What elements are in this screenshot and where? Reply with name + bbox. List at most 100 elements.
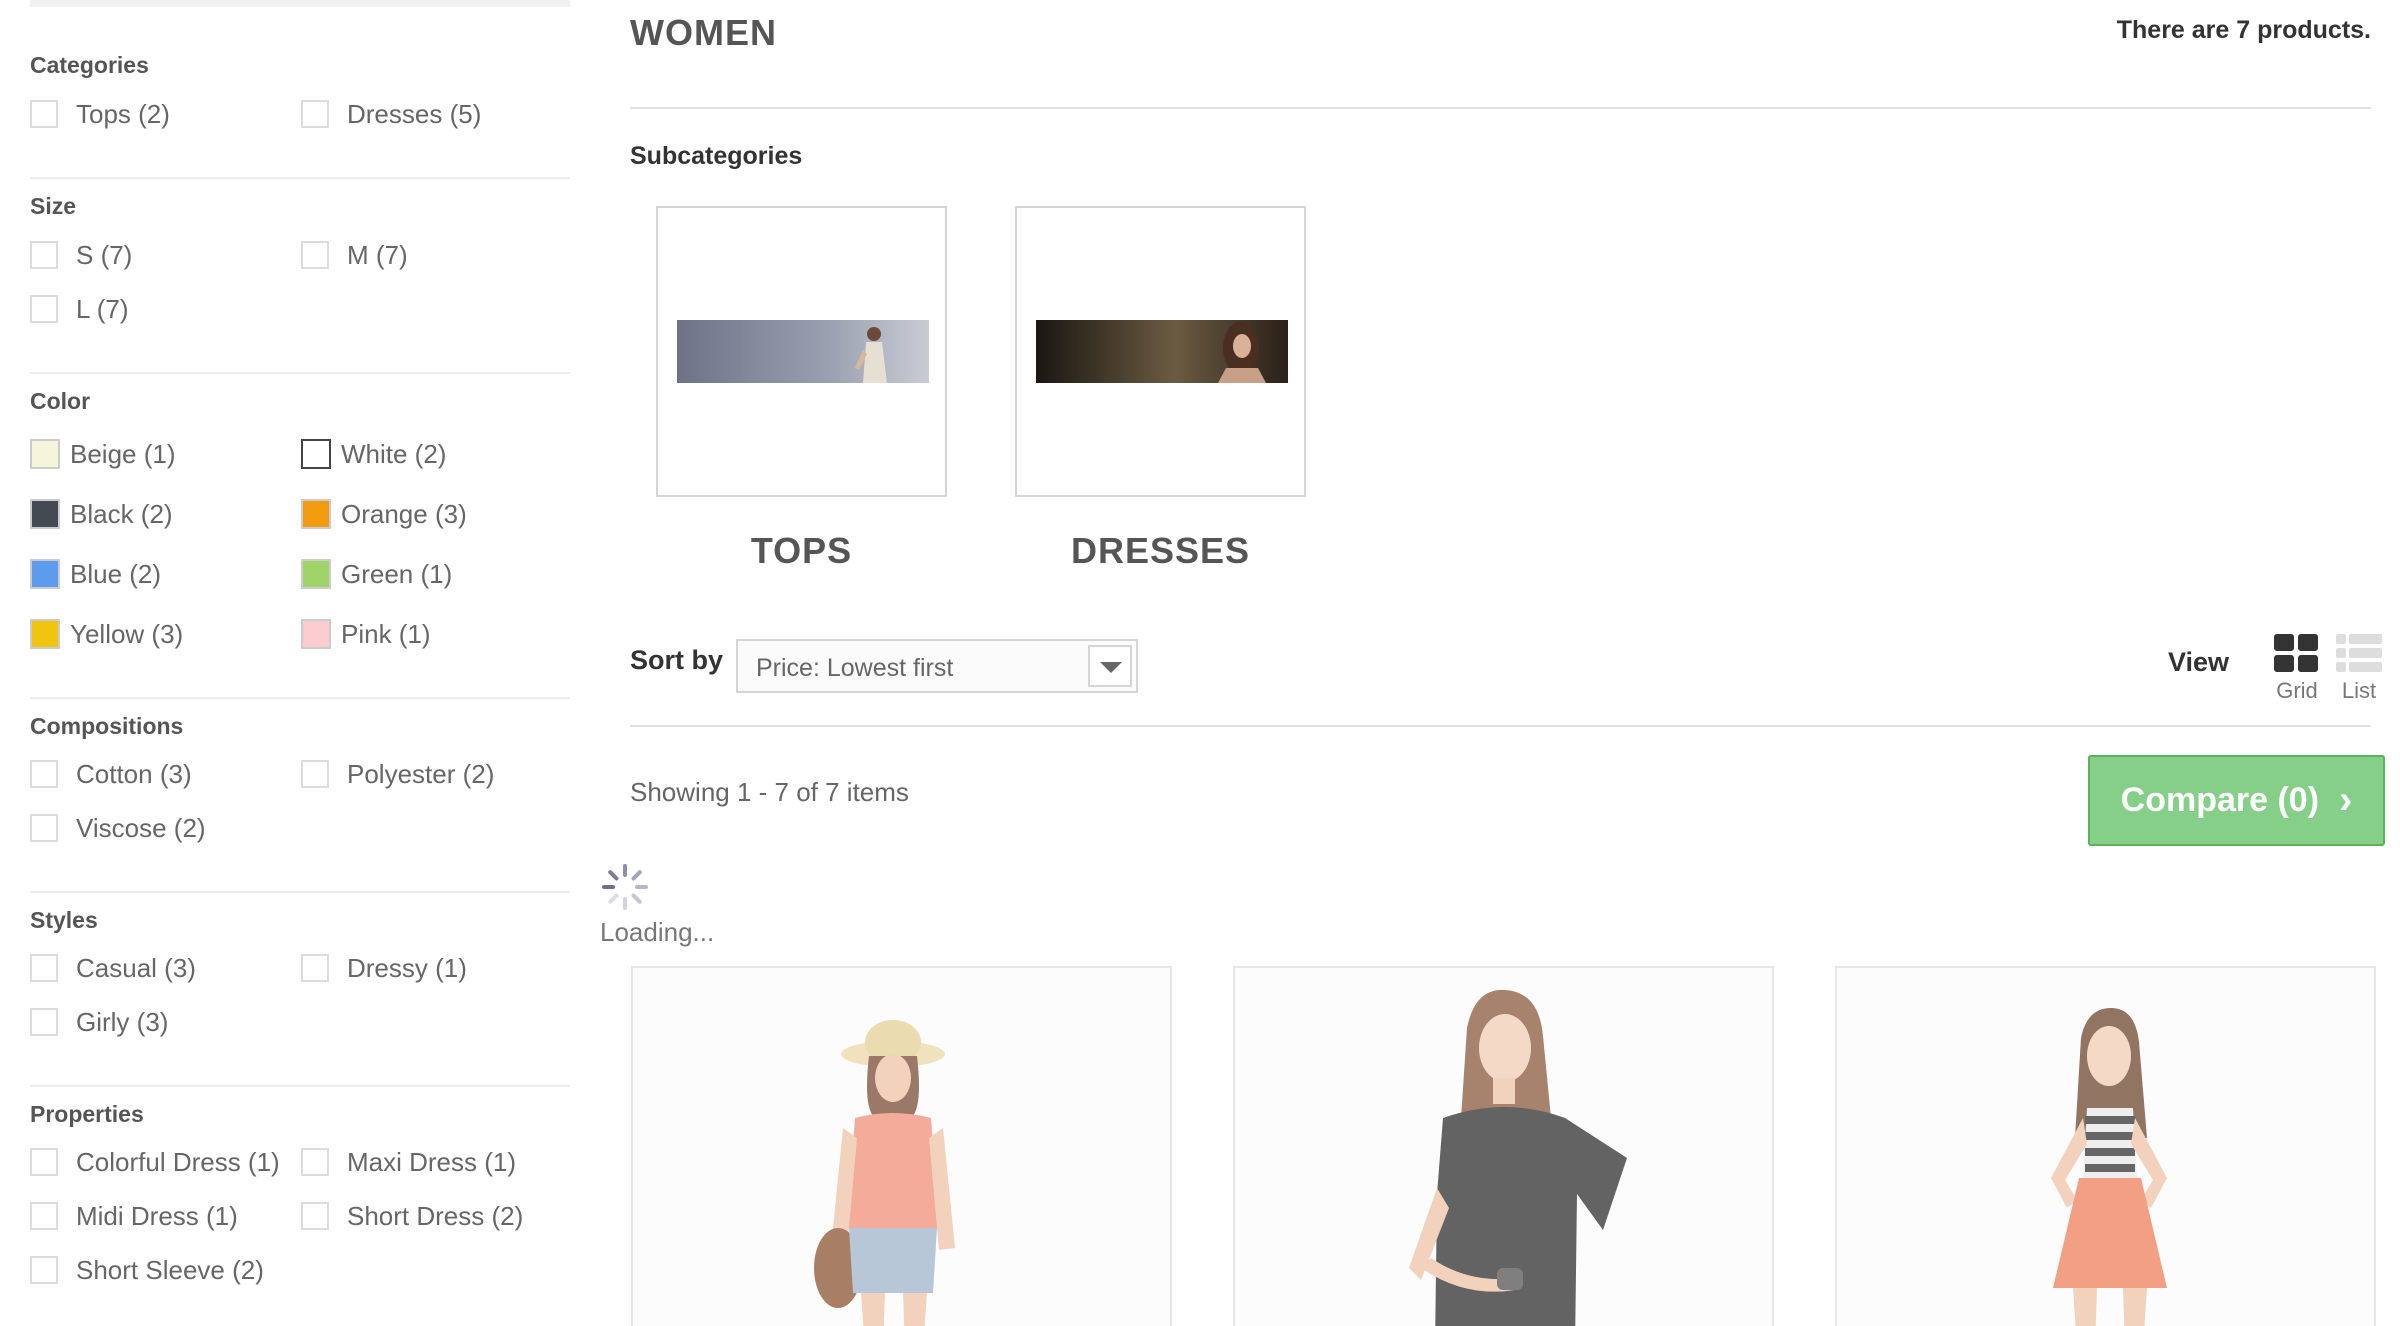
subcategory-dresses-image[interactable] (1015, 206, 1306, 497)
filter-option-color-black[interactable]: Black (2) (30, 498, 173, 530)
checkbox[interactable] (301, 100, 329, 128)
filter-option-color-pink[interactable]: Pink (1) (301, 618, 431, 650)
subcategory-dresses-name[interactable]: DRESSES (1015, 530, 1306, 572)
checkbox[interactable] (301, 760, 329, 788)
color-swatch-yellow[interactable] (30, 619, 60, 649)
filter-option-size-m[interactable]: M (7) (301, 239, 408, 271)
color-swatch-black[interactable] (30, 499, 60, 529)
filter-option-label: L (7) (76, 293, 129, 324)
checkbox[interactable] (30, 295, 58, 323)
filter-option-label: Cotton (3) (76, 758, 192, 789)
filter-option-label: S (7) (76, 239, 133, 270)
checkbox[interactable] (30, 1202, 58, 1230)
filter-option-short-sleeve[interactable]: Short Sleeve (2) (30, 1254, 264, 1286)
filter-option-maxi-dress[interactable]: Maxi Dress (1) (301, 1146, 516, 1178)
chevron-down-icon (1100, 662, 1122, 673)
checkbox[interactable] (30, 954, 58, 982)
product-card[interactable] (1233, 966, 1774, 1326)
showing-items-text: Showing 1 - 7 of 7 items (630, 777, 909, 807)
filter-option-short-dress[interactable]: Short Dress (2) (301, 1200, 523, 1232)
checkbox[interactable] (30, 100, 58, 128)
product-image (1837, 968, 2374, 1326)
filter-option-label: Short Dress (2) (347, 1200, 524, 1231)
checkbox[interactable] (301, 1202, 329, 1230)
filter-title-compositions: Compositions (30, 713, 184, 739)
checkbox[interactable] (30, 814, 58, 842)
filter-option-label: Viscose (2) (76, 812, 206, 843)
filter-option-tops[interactable]: Tops (2) (30, 98, 170, 130)
product-image (1235, 968, 1772, 1326)
checkbox[interactable] (30, 1148, 58, 1176)
filter-option-label: Dresses (5) (347, 98, 482, 129)
sort-select[interactable]: Price: Lowest first (736, 639, 1138, 693)
sort-dropdown-toggle[interactable] (1088, 645, 1132, 687)
checkbox[interactable] (301, 1148, 329, 1176)
color-swatch-white[interactable] (301, 439, 331, 469)
view-grid-button[interactable]: Grid (2266, 632, 2328, 708)
filter-option-dressy[interactable]: Dressy (1) (301, 952, 467, 984)
view-grid-label: Grid (2276, 678, 2318, 703)
color-swatch-beige[interactable] (30, 439, 60, 469)
filter-option-label: Black (2) (70, 498, 173, 529)
checkbox[interactable] (301, 241, 329, 269)
view-list-label: List (2341, 678, 2377, 703)
subcategory-tops-name[interactable]: TOPS (656, 530, 947, 572)
checkbox[interactable] (30, 760, 58, 788)
title-divider (630, 107, 2371, 109)
filter-divider (30, 372, 570, 374)
subcategories-heading: Subcategories (630, 142, 803, 170)
filter-option-color-yellow[interactable]: Yellow (3) (30, 618, 183, 650)
filter-option-label: Maxi Dress (1) (347, 1146, 517, 1177)
filter-option-size-l[interactable]: L (7) (30, 293, 129, 325)
list-icon (2336, 634, 2382, 672)
filter-option-label: Pink (1) (341, 618, 431, 649)
product-card[interactable] (631, 966, 1172, 1326)
filter-option-colorful-dress[interactable]: Colorful Dress (1) (30, 1146, 280, 1178)
filter-option-size-s[interactable]: S (7) (30, 239, 132, 271)
checkbox[interactable] (30, 1008, 58, 1036)
chevron-right-icon: › (2339, 778, 2353, 822)
filter-option-label: Polyester (2) (347, 758, 495, 789)
filter-title-categories: Categories (30, 52, 149, 78)
view-list-button[interactable]: List (2328, 632, 2390, 708)
filter-option-color-white[interactable]: White (2) (301, 438, 446, 470)
filter-option-label: Tops (2) (76, 98, 170, 129)
filter-option-color-orange[interactable]: Orange (3) (301, 498, 467, 530)
loading-spinner-icon (602, 864, 648, 910)
filter-divider (30, 1085, 570, 1087)
loading-text: Loading... (600, 917, 715, 947)
filter-title-properties: Properties (30, 1101, 144, 1127)
filter-option-color-blue[interactable]: Blue (2) (30, 558, 161, 590)
filter-option-polyester[interactable]: Polyester (2) (301, 758, 494, 790)
filter-option-girly[interactable]: Girly (3) (30, 1006, 168, 1038)
subcategory-dresses-banner (1036, 320, 1288, 383)
color-swatch-pink[interactable] (301, 619, 331, 649)
filter-option-viscose[interactable]: Viscose (2) (30, 812, 206, 844)
checkbox[interactable] (301, 954, 329, 982)
checkbox[interactable] (30, 241, 58, 269)
product-card[interactable] (1835, 966, 2376, 1326)
sort-selected-value: Price: Lowest first (756, 654, 954, 682)
view-label: View (2168, 647, 2230, 677)
filter-option-color-green[interactable]: Green (1) (301, 558, 452, 590)
sidebar-top-bar (30, 0, 570, 7)
color-swatch-orange[interactable] (301, 499, 331, 529)
checkbox[interactable] (30, 1256, 58, 1284)
filter-option-color-beige[interactable]: Beige (1) (30, 438, 176, 470)
compare-button[interactable]: Compare (0) › (2088, 755, 2385, 846)
filter-title-color: Color (30, 388, 91, 414)
color-swatch-green[interactable] (301, 559, 331, 589)
filter-title-styles: Styles (30, 907, 98, 933)
filter-option-casual[interactable]: Casual (3) (30, 952, 196, 984)
page-title: WOMEN (630, 12, 777, 53)
filter-option-label: White (2) (341, 438, 447, 469)
filter-option-midi-dress[interactable]: Midi Dress (1) (30, 1200, 238, 1232)
filter-option-cotton[interactable]: Cotton (3) (30, 758, 192, 790)
product-image (633, 968, 1170, 1326)
color-swatch-blue[interactable] (30, 559, 60, 589)
subcategory-tops-image[interactable] (656, 206, 947, 497)
filter-option-label: Short Sleeve (2) (76, 1254, 264, 1285)
filter-option-label: Casual (3) (76, 952, 196, 983)
filter-option-dresses[interactable]: Dresses (5) (301, 98, 481, 130)
filter-divider (30, 891, 570, 893)
